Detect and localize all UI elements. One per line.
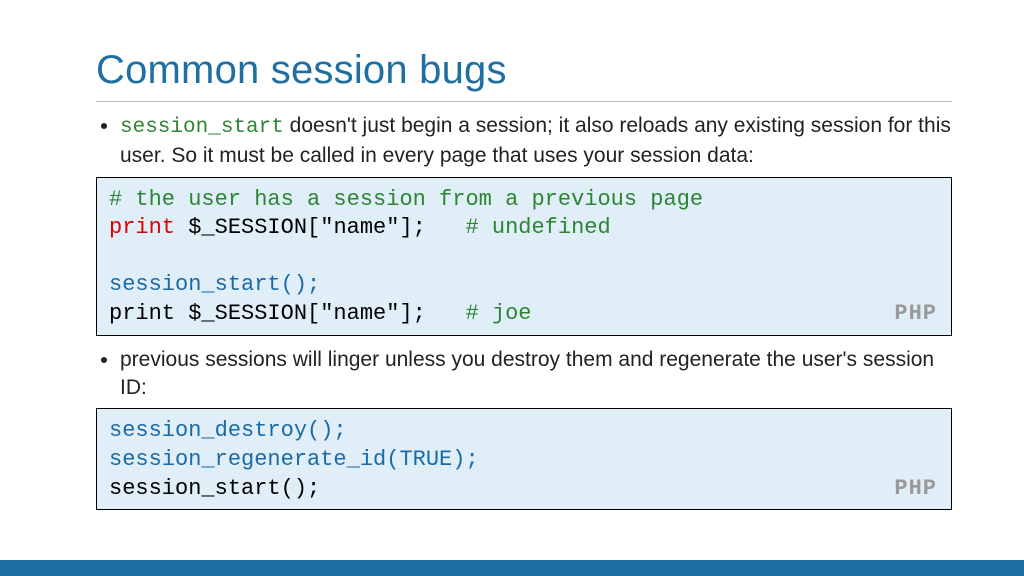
code-line: session_start(); [109,476,320,501]
code-token: $_SESSION["name"]; [175,215,465,240]
code-line: session_destroy(); [109,418,347,443]
bullet-list-2: previous sessions will linger unless you… [96,346,952,403]
slide-title: Common session bugs [96,48,952,93]
inline-code: session_start [120,116,284,139]
code-comment: # joe [465,301,531,326]
code-block-2: session_destroy(); session_regenerate_id… [96,408,952,510]
bullet-1: session_start doesn't just begin a sessi… [120,112,952,171]
slide: Common session bugs session_start doesn'… [0,0,1024,576]
code-line: session_regenerate_id(TRUE); [109,447,479,472]
bullet-2: previous sessions will linger unless you… [120,346,952,403]
code-token-print: print [109,215,175,240]
code-line: session_start(); [109,272,320,297]
footer-accent-bar [0,560,1024,576]
language-tag: PHP [894,300,937,329]
bullet-list-1: session_start doesn't just begin a sessi… [96,112,952,171]
language-tag: PHP [894,475,937,504]
code-line: # the user has a session from a previous… [109,187,703,212]
code-block-1: # the user has a session from a previous… [96,177,952,336]
title-underline [96,101,952,102]
code-token: print $_SESSION["name"]; [109,301,465,326]
code-comment: # undefined [465,215,610,240]
